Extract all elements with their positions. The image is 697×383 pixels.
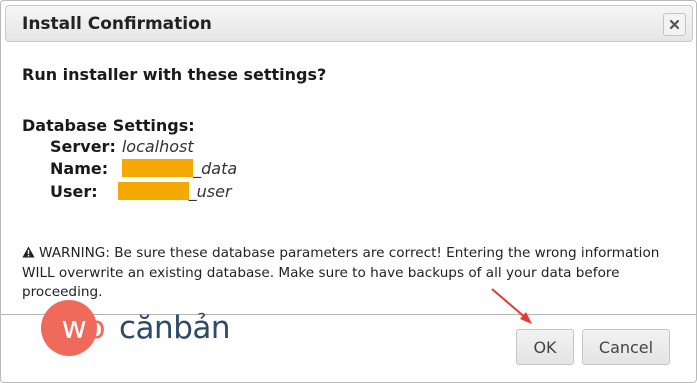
name-suffix: _data bbox=[193, 159, 238, 178]
install-confirmation-dialog: Install Confirmation Run installer with … bbox=[0, 0, 697, 383]
confirmation-question: Run installer with these settings? bbox=[22, 65, 327, 84]
close-button[interactable] bbox=[663, 13, 686, 36]
logo-badge: wp bbox=[41, 300, 105, 356]
redaction-block bbox=[117, 182, 189, 200]
name-row: Name: _data bbox=[50, 159, 237, 178]
dialog-titlebar: Install Confirmation bbox=[5, 5, 693, 42]
name-label: Name: bbox=[50, 159, 109, 178]
logo-wp-mark: wp bbox=[61, 310, 105, 346]
ok-button[interactable]: OK bbox=[516, 329, 574, 365]
server-label: Server: bbox=[50, 137, 116, 156]
server-value: localhost bbox=[121, 137, 194, 156]
server-row: Server: localhost bbox=[50, 137, 194, 156]
user-label: User: bbox=[50, 182, 98, 201]
redaction-block bbox=[122, 159, 194, 177]
logo-wordmark: cănbản bbox=[119, 310, 231, 346]
warning-message: WARNING: Be sure these database paramete… bbox=[22, 244, 682, 303]
warning-text: WARNING: Be sure these database paramete… bbox=[22, 245, 660, 300]
cancel-button[interactable]: Cancel bbox=[582, 329, 670, 365]
warning-icon bbox=[22, 246, 35, 258]
user-suffix: _user bbox=[188, 182, 232, 201]
database-settings-heading: Database Settings: bbox=[22, 116, 195, 135]
dialog-title: Install Confirmation bbox=[22, 14, 212, 34]
wpcanban-watermark-logo: wp cănbản bbox=[41, 300, 231, 356]
user-row: User: _user bbox=[50, 182, 232, 201]
close-icon bbox=[669, 19, 680, 30]
